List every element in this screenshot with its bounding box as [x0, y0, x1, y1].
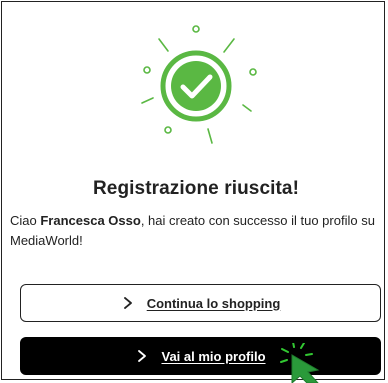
sparkle-ray — [141, 97, 154, 104]
sparkle-dot — [192, 25, 200, 33]
pointer-cursor-icon — [280, 343, 320, 383]
sparkle-ray — [223, 38, 235, 53]
continue-shopping-label: Continua lo shopping — [146, 295, 281, 311]
sparkle-ray — [207, 128, 213, 144]
success-message: Ciao Francesca Osso, hai creato con succ… — [10, 211, 384, 251]
sparkle-ray — [242, 104, 252, 112]
chevron-right-icon — [123, 297, 132, 309]
sparkle-ray — [158, 38, 169, 52]
user-name: Francesca Osso — [40, 213, 141, 228]
greeting-prefix: Ciao — [10, 213, 41, 228]
checkmark-success-icon — [160, 50, 232, 122]
sparkle-dot — [249, 68, 257, 76]
sparkle-dot — [164, 126, 172, 134]
success-title: Registrazione riuscita! — [92, 178, 300, 199]
success-illustration — [141, 25, 257, 144]
success-panel: Registrazione riuscita! Ciao Francesca O… — [1, 1, 385, 380]
sparkle-dot — [143, 66, 151, 74]
chevron-right-icon — [138, 350, 147, 362]
continue-shopping-button[interactable]: Continua lo shopping — [20, 284, 381, 322]
go-to-profile-label: Vai al mio profilo — [161, 348, 266, 364]
